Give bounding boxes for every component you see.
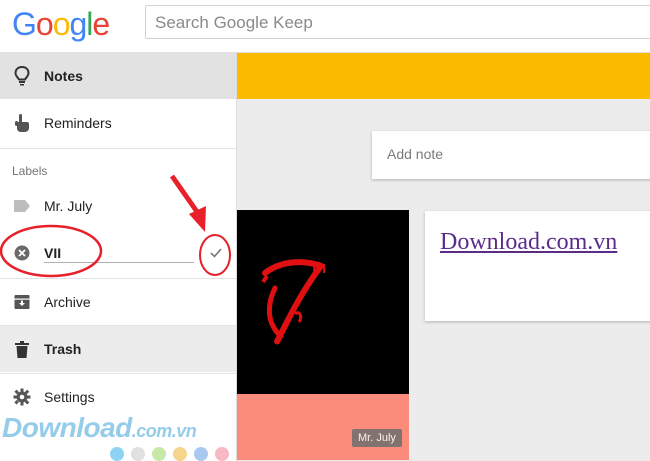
- label-chip[interactable]: Mr. July: [352, 429, 402, 447]
- label-name-field[interactable]: VII: [44, 245, 61, 261]
- top-color-banner: [237, 53, 650, 99]
- sidebar-item-label: Mr. July: [44, 198, 93, 214]
- dot: [131, 447, 145, 461]
- link-note-card[interactable]: Download.com.vn: [425, 211, 650, 321]
- confirm-check-icon[interactable]: [208, 245, 224, 261]
- sidebar-item-notes[interactable]: Notes: [0, 53, 236, 99]
- watermark-suffix: .com.vn: [131, 421, 197, 441]
- dot: [110, 447, 124, 461]
- note-color-strip: [237, 394, 409, 460]
- dot: [215, 447, 229, 461]
- sidebar-item-label: Reminders: [44, 115, 112, 131]
- logo-letter: G: [12, 6, 37, 42]
- watermark-logo: Download.com.vn: [2, 412, 197, 444]
- top-bar: Google Search Google Keep: [0, 0, 650, 53]
- reminder-hand-icon: [12, 113, 32, 133]
- dot: [173, 447, 187, 461]
- google-logo[interactable]: Google: [12, 6, 110, 43]
- logo-letter: o: [35, 6, 54, 42]
- sidebar-item-trash[interactable]: Trash: [0, 326, 236, 372]
- keep-window: Google Search Google Keep Notes Reminder…: [0, 0, 650, 461]
- delete-label-icon[interactable]: [12, 243, 32, 263]
- trash-icon: [12, 339, 32, 359]
- sidebar-item-label: Settings: [44, 389, 95, 405]
- lightbulb-icon: [12, 66, 32, 86]
- divider: [0, 148, 236, 149]
- label-tag-icon: [12, 196, 32, 216]
- image-note-card[interactable]: th Mr. July: [237, 210, 409, 460]
- label-item-mr-july[interactable]: Mr. July: [0, 183, 236, 229]
- watermark-dots: [110, 447, 229, 461]
- dot: [152, 447, 166, 461]
- superscript-text: th: [312, 260, 327, 277]
- sidebar-item-archive[interactable]: Archive: [0, 279, 236, 325]
- gear-icon: [12, 387, 32, 407]
- logo-letter: o: [52, 6, 71, 42]
- archive-icon: [12, 292, 32, 312]
- label-edit-underline: [44, 262, 194, 263]
- sidebar-item-label: Archive: [44, 294, 91, 310]
- labels-heading: Labels: [12, 164, 48, 178]
- watermark-main: Download: [2, 412, 132, 443]
- handwritten-seven-image: [261, 259, 326, 345]
- sidebar-item-label: Notes: [44, 68, 83, 84]
- sidebar-item-label: Trash: [44, 341, 82, 357]
- logo-letter: e: [92, 6, 110, 42]
- logo-letter: g: [69, 6, 87, 42]
- sidebar: Notes Reminders Labels Mr. July VII Arch…: [0, 53, 237, 461]
- add-note-input[interactable]: Add note: [372, 131, 650, 179]
- search-input[interactable]: Search Google Keep: [145, 5, 650, 39]
- sidebar-item-reminders[interactable]: Reminders: [0, 100, 236, 146]
- dot: [194, 447, 208, 461]
- note-link[interactable]: Download.com.vn: [440, 229, 617, 256]
- label-item-vii-editing[interactable]: VII: [0, 230, 236, 276]
